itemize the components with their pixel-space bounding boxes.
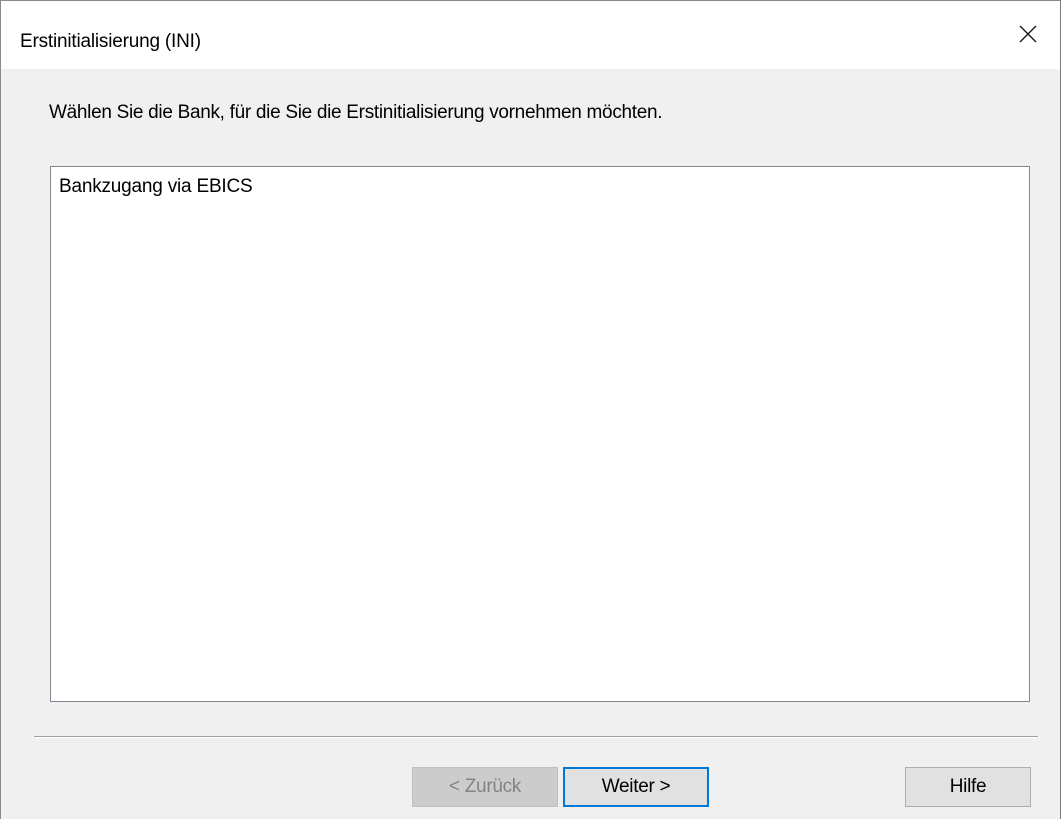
dialog-window: Erstinitialisierung (INI) Wählen Sie die… <box>0 0 1061 819</box>
list-item[interactable]: Bankzugang via EBICS <box>59 176 253 198</box>
instruction-text: Wählen Sie die Bank, für die Sie die Ers… <box>49 102 663 123</box>
window-title: Erstinitialisierung (INI) <box>20 31 201 52</box>
help-button[interactable]: Hilfe <box>905 767 1031 807</box>
close-icon <box>1019 25 1037 43</box>
separator <box>34 736 1038 738</box>
next-button[interactable]: Weiter > <box>563 767 709 807</box>
close-button[interactable] <box>998 3 1058 65</box>
title-bar: Erstinitialisierung (INI) <box>1 1 1060 69</box>
back-button[interactable]: < Zurück <box>412 767 558 807</box>
bank-listbox[interactable]: Bankzugang via EBICS <box>50 166 1030 702</box>
